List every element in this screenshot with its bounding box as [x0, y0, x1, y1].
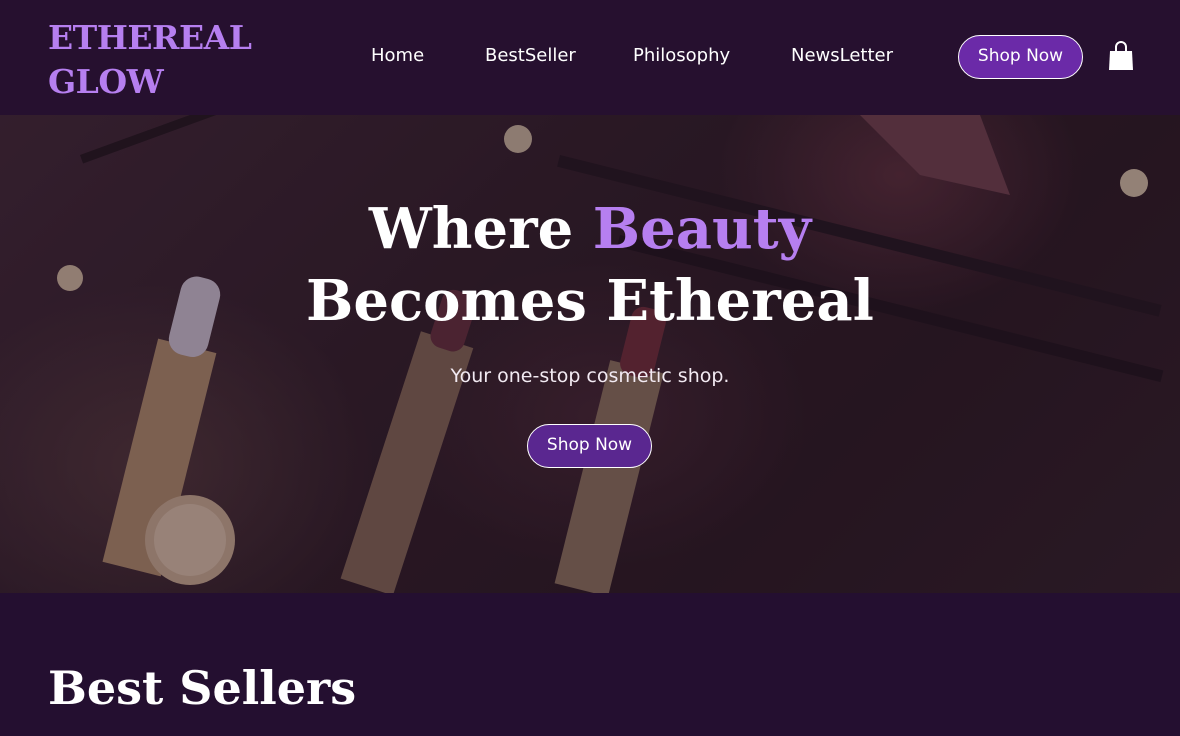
hero-shop-now-button[interactable]: Shop Now — [527, 424, 652, 468]
hero-section: Where Beauty Becomes Ethereal Your one-s… — [0, 115, 1180, 593]
hero-title-accent: Beauty — [592, 196, 812, 262]
nav-newsletter[interactable]: NewsLetter — [791, 44, 893, 68]
hero-subtitle: Your one-stop cosmetic shop. — [450, 365, 730, 387]
hero-title-part: Where — [368, 196, 593, 262]
nav-philosophy[interactable]: Philosophy — [633, 44, 730, 68]
hero-overlay — [0, 115, 1180, 593]
logo-line-1: ETHEREAL — [48, 18, 252, 57]
header-shop-now-button[interactable]: Shop Now — [958, 35, 1083, 79]
nav-home[interactable]: Home — [371, 44, 424, 68]
nav-bestseller[interactable]: BestSeller — [485, 44, 576, 68]
best-sellers-heading: Best Sellers — [48, 661, 357, 715]
site-logo[interactable]: ETHEREAL GLOW — [48, 16, 252, 104]
shopping-bag-icon[interactable] — [1108, 40, 1134, 72]
hero-title: Where Beauty Becomes Ethereal — [0, 193, 1180, 337]
hero-title-line-1: Where Beauty — [0, 193, 1180, 265]
site-header: ETHEREAL GLOW Home BestSeller Philosophy… — [0, 0, 1180, 115]
logo-line-2: GLOW — [48, 62, 164, 101]
hero-title-line-2: Becomes Ethereal — [306, 268, 874, 334]
